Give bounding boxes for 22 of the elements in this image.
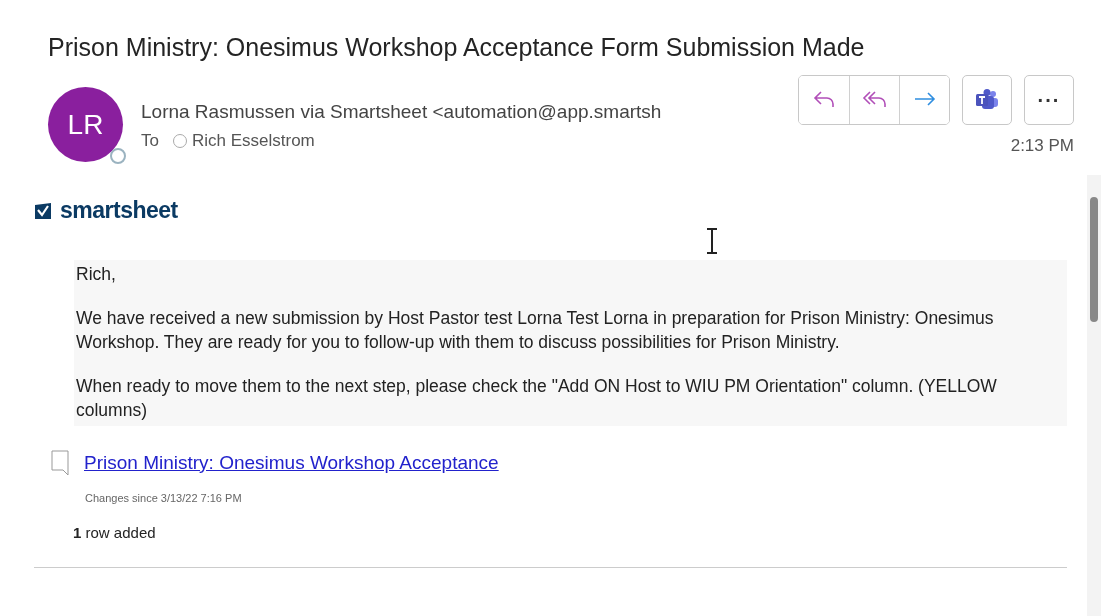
forward-button[interactable] [899, 76, 949, 124]
email-subject: Prison Ministry: Onesimus Workshop Acceptance Form Submission Made [47, 32, 866, 63]
change-summary: 1 row added [73, 524, 157, 541]
recipient[interactable]: Rich Esselstrom [172, 131, 315, 151]
avatar: LR [48, 87, 123, 162]
message-paragraph: When ready to move them to the next step, please check the "Add ON Host to WIU PM Orientation" column. (YELLOW columns) [76, 375, 998, 422]
teams-button[interactable] [962, 75, 1012, 125]
to-label: To [141, 131, 159, 151]
message-paragraph: Rich, [76, 263, 117, 286]
sender-name: Lorna Rasmussen via Smartsheet <automation@app.smartsh [141, 101, 663, 123]
scrollbar[interactable] [1087, 175, 1101, 616]
document-icon [50, 450, 70, 476]
timestamp: 2:13 PM [1010, 136, 1074, 156]
sheet-link[interactable]: Prison Ministry: Onesimus Workshop Acceptance [84, 452, 499, 474]
message-paragraph: We have received a new submission by Host Pastor test Lorna Test Lorna in preparation for Prison Ministry: Onesimus Workshop. They are ready for you to follow-up with them to discuss possibilities for Prison Ministry. [76, 307, 995, 354]
text-cursor-icon [705, 228, 719, 254]
changes-note: Changes since 3/13/22 7:16 PM [85, 492, 243, 504]
logo-icon [34, 201, 52, 220]
more-button[interactable]: ··· [1024, 75, 1074, 125]
teams-icon [974, 88, 1000, 112]
brand-name: smartsheet [60, 197, 178, 224]
presence-icon [110, 148, 126, 164]
